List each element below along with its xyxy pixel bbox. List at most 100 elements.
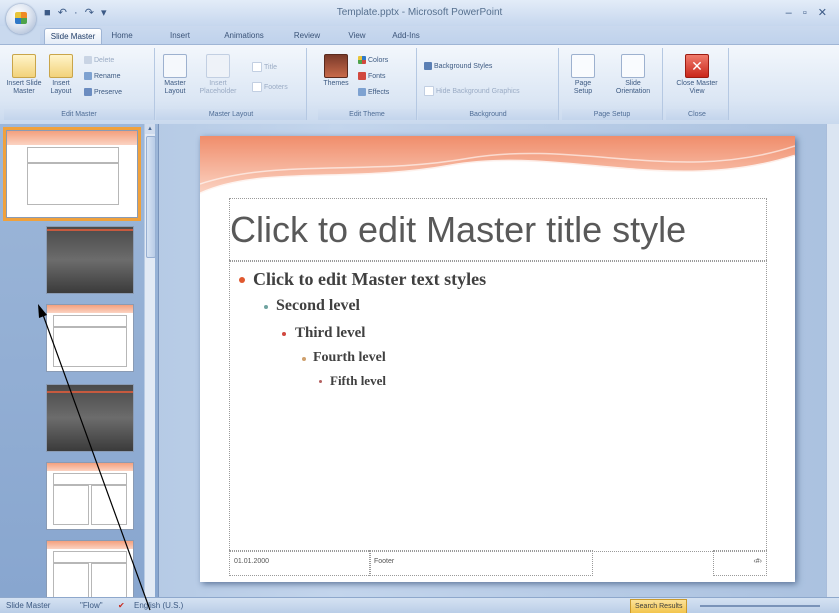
powerpoint-window: ■ ↶ · ↷ ▾ Template.pptx - Microsoft Powe… [0, 0, 839, 613]
bullet-level5-icon [319, 380, 322, 383]
tab-view[interactable]: View [340, 28, 374, 43]
thumbnail-bar [47, 391, 133, 393]
text-level-1: Click to edit Master text styles [253, 269, 487, 289]
scroll-up-icon[interactable]: ▲ [145, 124, 155, 134]
orientation-icon [621, 54, 645, 78]
workspace: ▲ Click to edit Master title style Click… [0, 124, 839, 602]
effects-button[interactable]: Effects [358, 88, 389, 97]
delete-button[interactable]: Delete [84, 56, 114, 65]
preserve-button[interactable]: Preserve [84, 88, 122, 97]
office-button[interactable] [6, 4, 36, 34]
body-placeholder[interactable]: Click to edit Master text styles Second … [229, 260, 767, 552]
text-level-3: Third level [295, 325, 366, 341]
master-layout-button[interactable]: Master Layout [158, 54, 192, 96]
layout-thumbnail-comparison[interactable] [46, 540, 134, 602]
slide-number-text: ‹#› [753, 558, 762, 565]
slide-wave-graphic [200, 136, 795, 196]
status-bar: Slide Master "Flow" ✔ English (U.S.) Sea… [0, 597, 839, 613]
group-close: ✕ Close Master View Close [666, 48, 729, 120]
delete-icon [84, 56, 92, 64]
hide-background-graphics-checkbox[interactable]: Hide Background Graphics [424, 86, 520, 96]
group-background: Background Styles Hide Background Graphi… [418, 48, 559, 120]
placeholder-icon [206, 54, 230, 78]
status-theme: "Flow" [80, 601, 103, 610]
layout-icon [49, 54, 73, 78]
scrollbar-thumb[interactable] [146, 136, 156, 258]
rename-button[interactable]: Rename [84, 72, 120, 81]
thumbnail-wave [7, 131, 137, 145]
footer-placeholder[interactable]: Footer [369, 550, 593, 576]
slide-master-icon [12, 54, 36, 78]
thumbnail-title-box [53, 473, 127, 485]
group-edit-master: Insert Slide Master Insert Layout Delete… [4, 48, 155, 120]
slide-master-thumbnail[interactable] [3, 127, 141, 221]
page-setup-button[interactable]: Page Setup [566, 54, 600, 96]
checkbox-icon [252, 62, 262, 72]
slide-number-placeholder[interactable]: ‹#› [713, 550, 767, 576]
themes-button[interactable]: Themes [320, 54, 352, 88]
tab-insert[interactable]: Insert [160, 28, 200, 43]
footers-checkbox[interactable]: Footers [252, 82, 288, 92]
thumbnail-scrollbar[interactable]: ▲ [144, 124, 156, 597]
search-results-button[interactable]: Search Results [630, 599, 688, 613]
thumbnail-body-box [53, 327, 127, 367]
slide-orientation-button[interactable]: Slide Orientation [608, 54, 658, 96]
checkbox-icon [424, 86, 434, 96]
close-master-view-button[interactable]: ✕ Close Master View [672, 54, 722, 96]
group-label-background: Background [418, 109, 558, 120]
background-styles-button[interactable]: Background Styles [424, 62, 492, 71]
group-label-page-setup: Page Setup [562, 109, 662, 120]
status-view: Slide Master [6, 601, 51, 610]
insert-layout-button[interactable]: Insert Layout [44, 54, 78, 96]
page-setup-icon [571, 54, 595, 78]
layout-thumbnail-title-slide[interactable] [46, 226, 134, 294]
bullet-level3-icon [282, 332, 286, 336]
date-placeholder[interactable]: 01.01.2000 [229, 550, 371, 576]
thumbnail-left-box [53, 563, 89, 599]
thumbnail-wave [47, 463, 133, 471]
group-master-layout: Master Layout Insert Placeholder Title F… [156, 48, 307, 120]
thumbnail-title-box [53, 315, 127, 327]
tab-review[interactable]: Review [286, 28, 328, 43]
footer-text: Footer [374, 558, 395, 565]
insert-placeholder-button[interactable]: Insert Placeholder [196, 54, 240, 96]
text-level-4: Fourth level [313, 350, 386, 365]
thumbnail-title-box [53, 551, 127, 563]
tab-slide-master[interactable]: Slide Master [44, 28, 102, 44]
fonts-button[interactable]: Fonts [358, 72, 386, 81]
thumbnail-left-box [53, 485, 89, 525]
zoom-slider[interactable] [700, 605, 820, 607]
tab-home[interactable]: Home [104, 28, 140, 43]
colors-icon [358, 56, 366, 64]
master-title-text: Click to edit Master title style [230, 209, 687, 250]
group-label-close: Close [666, 109, 728, 120]
office-logo-icon [15, 12, 27, 24]
slide-scrollbar[interactable] [826, 124, 839, 597]
slide-master-canvas[interactable]: Click to edit Master title style Click t… [200, 136, 795, 582]
layout-thumbnail-section-header[interactable] [46, 384, 134, 452]
background-styles-icon [424, 62, 432, 70]
effects-icon [358, 88, 366, 96]
group-label-edit-theme: Edit Theme [318, 109, 416, 120]
title-placeholder[interactable]: Click to edit Master title style [229, 198, 767, 262]
status-language[interactable]: English (U.S.) [134, 600, 183, 612]
footer-date-text: 01.01.2000 [234, 558, 270, 565]
tab-animations[interactable]: Animations [216, 28, 272, 43]
thumbnail-bar [47, 229, 133, 231]
thumbnail-right-box [91, 563, 127, 599]
spelling-check-icon[interactable]: ✔ [118, 600, 125, 612]
colors-button[interactable]: Colors [358, 56, 388, 65]
thumbnail-wave [47, 305, 133, 313]
layout-thumbnail-title-content[interactable] [46, 304, 134, 372]
bullet-level4-icon [302, 357, 306, 361]
text-level-5: Fifth level [330, 373, 386, 388]
title-checkbox[interactable]: Title [252, 62, 277, 72]
window-controls[interactable]: – ▫ ✕ [786, 6, 831, 19]
thumbnail-title-box [27, 147, 119, 163]
group-label-master-layout: Master Layout [156, 109, 306, 120]
layout-thumbnail-two-content[interactable] [46, 462, 134, 530]
title-bar: ■ ↶ · ↷ ▾ Template.pptx - Microsoft Powe… [0, 0, 839, 26]
insert-slide-master-button[interactable]: Insert Slide Master [6, 54, 42, 96]
tab-add-ins[interactable]: Add-Ins [384, 28, 428, 43]
slide-thumbnail-pane: ▲ [0, 124, 159, 602]
